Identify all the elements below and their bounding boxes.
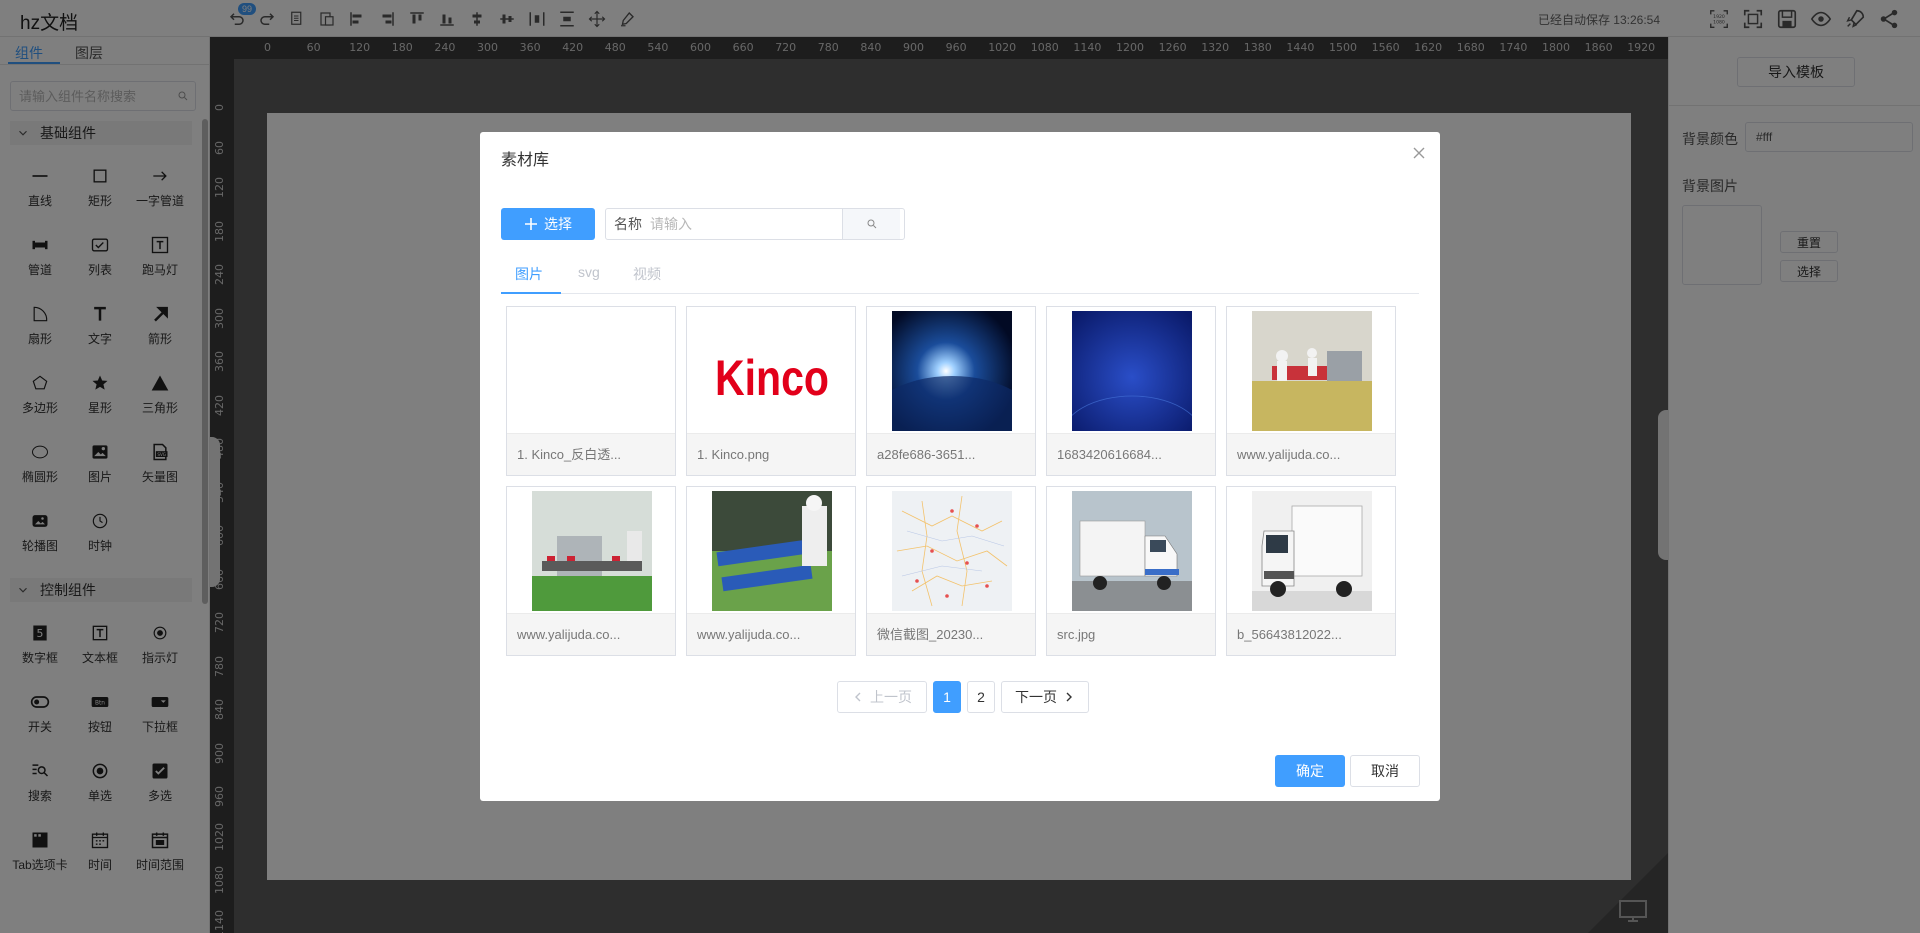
close-icon[interactable] (1412, 146, 1426, 160)
next-page-button[interactable]: 下一页 (1001, 681, 1089, 713)
kinco-logo-text: Kinco (715, 350, 829, 406)
asset-caption: www.yalijuda.co... (507, 613, 675, 655)
asset-thumbnail-blue (1072, 311, 1192, 431)
prev-page-button[interactable]: 上一页 (837, 681, 927, 713)
asset-thumbnail-map (892, 491, 1012, 611)
asset-thumbnail-factory (712, 491, 832, 611)
search-icon (867, 219, 876, 229)
asset-item[interactable]: src.jpg (1046, 486, 1216, 656)
asset-caption: 1. Kinco.png (687, 433, 855, 475)
asset-item[interactable]: b_56643812022... (1226, 486, 1396, 656)
asset-item[interactable]: 1. Kinco_反白透... (506, 306, 676, 476)
asset-caption: 1683420616684... (1047, 433, 1215, 475)
name-label: 名称 (614, 216, 642, 232)
asset-thumbnail-truck (1072, 491, 1192, 611)
asset-caption: a28fe686-3651... (867, 433, 1035, 475)
media-type-tabs: 图片 svg 视频 (501, 254, 1419, 294)
asset-thumbnail-truck (1252, 491, 1372, 611)
asset-item[interactable]: Kinco 1. Kinco.png (686, 306, 856, 476)
tab-video[interactable]: 视频 (633, 264, 661, 284)
pagination: 上一页 1 2 下一页 (837, 681, 1095, 713)
asset-thumbnail-kinco: Kinco (712, 311, 832, 431)
plus-icon (525, 218, 537, 230)
asset-caption: www.yalijuda.co... (687, 613, 855, 655)
select-upload-button[interactable]: 选择 (501, 208, 595, 240)
name-search-input[interactable] (646, 209, 842, 239)
asset-caption: www.yalijuda.co... (1227, 433, 1395, 475)
asset-item[interactable]: www.yalijuda.co... (1226, 306, 1396, 476)
asset-thumbnail-factory (1252, 311, 1372, 431)
asset-thumbnail-earth (892, 311, 1012, 431)
asset-item[interactable]: 微信截图_20230... (866, 486, 1036, 656)
asset-thumbnail-blank (532, 311, 652, 431)
tab-svg[interactable]: svg (578, 264, 600, 280)
asset-item[interactable]: a28fe686-3651... (866, 306, 1036, 476)
asset-caption: 微信截图_20230... (867, 613, 1035, 655)
cancel-button[interactable]: 取消 (1350, 755, 1420, 787)
asset-item[interactable]: www.yalijuda.co... (506, 486, 676, 656)
name-search-button[interactable] (842, 209, 900, 239)
asset-library-dialog: 素材库 选择 名称 图片 svg 视频 1. Kinco_反白透... Kinc… (480, 132, 1440, 801)
name-search-group: 名称 (605, 208, 905, 240)
asset-caption: src.jpg (1047, 613, 1215, 655)
page-1-button[interactable]: 1 (933, 681, 961, 713)
chevron-left-icon (855, 692, 861, 702)
chevron-right-icon (1066, 692, 1072, 702)
asset-caption: 1. Kinco_反白透... (507, 433, 675, 475)
asset-item[interactable]: www.yalijuda.co... (686, 486, 856, 656)
confirm-button[interactable]: 确定 (1275, 755, 1345, 787)
page-2-button[interactable]: 2 (967, 681, 995, 713)
asset-thumbnail-factory (532, 491, 652, 611)
tab-images[interactable]: 图片 (515, 264, 543, 284)
asset-item[interactable]: 1683420616684... (1046, 306, 1216, 476)
active-tab-indicator (501, 292, 561, 294)
asset-caption: b_56643812022... (1227, 613, 1395, 655)
dialog-title: 素材库 (501, 152, 550, 169)
